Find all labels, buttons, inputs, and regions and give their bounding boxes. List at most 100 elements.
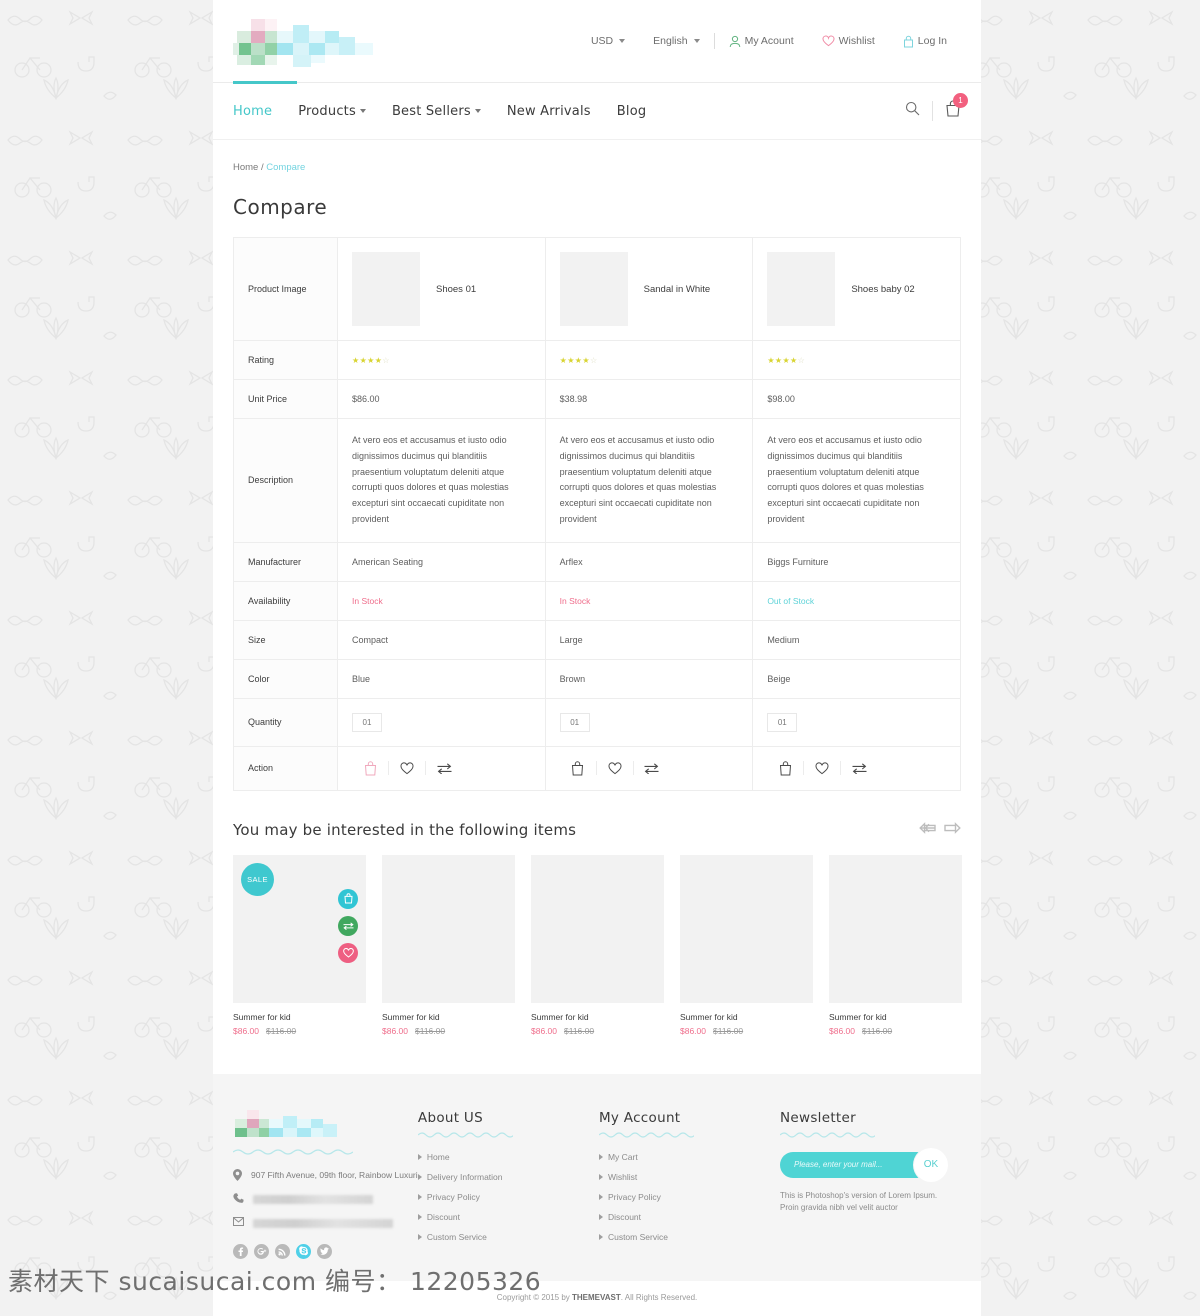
footer: 907 Fifth Avenue, 09th floor, Rainbow Lu… <box>213 1073 981 1281</box>
related-products-grid: SALE Summer for kid $86.00 $116.00 Summer fo… <box>233 854 962 1036</box>
footer-logo[interactable] <box>233 1109 353 1144</box>
footer-link-delivery-information[interactable]: Delivery Information <box>417 1172 599 1182</box>
add-to-wishlist-icon[interactable] <box>597 761 633 775</box>
currency-selector[interactable]: USD <box>577 35 639 47</box>
bullet-arrow-icon <box>417 1233 422 1240</box>
carousel-controls <box>919 821 961 839</box>
arrow-left-icon[interactable] <box>919 821 936 839</box>
footer-link-my-cart[interactable]: My Cart <box>598 1152 780 1162</box>
add-to-wishlist-icon[interactable] <box>338 942 358 963</box>
footer-link-home[interactable]: Home <box>417 1152 599 1162</box>
compare-row: Color Blue Brown Beige <box>233 658 961 699</box>
page-container: USD English My Acount Wishlist Log In Ho… <box>213 0 981 1316</box>
add-to-compare-icon[interactable] <box>841 762 877 774</box>
nav-item-best-sellers[interactable]: Best Sellers <box>392 104 499 119</box>
footer-link-custom-service[interactable]: Custom Service <box>417 1231 599 1242</box>
product-card[interactable]: Summer for kid $86.00 $116.00 <box>829 854 962 1036</box>
add-to-cart-icon[interactable] <box>352 760 388 776</box>
bullet-arrow-icon <box>417 1153 422 1160</box>
rss-icon[interactable] <box>275 1243 290 1259</box>
compare-row: Description At vero eos et accusamus et i… <box>233 418 961 543</box>
product-card-hover-actions <box>338 888 358 963</box>
skype-icon[interactable] <box>296 1243 311 1259</box>
chevron-down-icon <box>619 39 626 43</box>
footer-link-label: Custom Service <box>426 1231 487 1242</box>
product-size-cell: Medium <box>752 619 961 660</box>
footer-link-privacy-policy[interactable]: Privacy Policy <box>598 1192 780 1202</box>
add-to-compare-icon[interactable] <box>338 915 358 936</box>
add-to-cart-icon[interactable] <box>338 888 358 909</box>
twitter-icon[interactable] <box>317 1243 332 1259</box>
product-card-name[interactable]: Summer for kid <box>382 1012 515 1022</box>
nav-item-home[interactable]: Home <box>233 104 290 119</box>
compare-row-label: Unit Price <box>233 379 338 419</box>
topbar-actions: USD English My Acount Wishlist Log In <box>577 33 961 49</box>
product-description-cell: At vero eos et accusamus et iusto odio d… <box>544 418 754 543</box>
add-to-compare-icon[interactable] <box>426 762 462 774</box>
product-card-name[interactable]: Summer for kid <box>829 1012 962 1022</box>
wishlist-link[interactable]: Wishlist <box>808 35 889 47</box>
footer-link-discount[interactable]: Discount <box>598 1212 780 1222</box>
search-icon[interactable] <box>905 101 920 121</box>
cart-button[interactable]: 1 <box>945 93 968 122</box>
breadcrumb-home[interactable]: Home <box>233 162 258 173</box>
add-to-compare-icon[interactable] <box>634 762 670 774</box>
facebook-icon[interactable] <box>233 1243 248 1259</box>
envelope-icon <box>233 1217 244 1230</box>
footer-email-redacted <box>253 1219 393 1228</box>
rating-stars: ★★★★☆ <box>352 356 390 365</box>
compare-row: Product Image Shoes 01 Sandal in White Shoe… <box>233 237 961 341</box>
nav-item-label: Blog <box>616 103 647 119</box>
product-card[interactable]: Summer for kid $86.00 $116.00 <box>531 854 664 1036</box>
newsletter-email-input[interactable] <box>779 1151 930 1178</box>
footer-link-discount[interactable]: Discount <box>417 1212 599 1222</box>
watermark-overlay: 素材天下 sucaisucai.com 编号： 12205326 <box>8 1267 542 1296</box>
product-card[interactable]: Summer for kid $86.00 $116.00 <box>382 854 515 1036</box>
availability-status: Out of Stock <box>767 595 815 606</box>
quantity-input[interactable]: 01 <box>352 712 382 732</box>
product-card-name[interactable]: Summer for kid <box>531 1012 664 1022</box>
product-card[interactable]: SALE Summer for kid $86.00 $116.00 <box>233 854 366 1036</box>
wave-divider <box>598 1131 694 1138</box>
newsletter-form: OK <box>779 1147 948 1182</box>
site-logo[interactable] <box>233 13 383 69</box>
product-card-price-new: $86.00 <box>233 1025 259 1036</box>
product-card-name[interactable]: Summer for kid <box>233 1012 366 1022</box>
nav-item-blog[interactable]: Blog <box>617 104 665 119</box>
nav-item-label: New Arrivals <box>506 103 591 119</box>
add-to-cart-icon[interactable] <box>560 760 596 776</box>
product-name[interactable]: Shoes baby 02 <box>851 284 914 295</box>
add-to-cart-icon[interactable] <box>767 760 803 776</box>
quantity-input[interactable]: 01 <box>767 712 798 732</box>
chevron-down-icon <box>693 39 700 43</box>
product-name[interactable]: Sandal in White <box>644 284 711 295</box>
login-link[interactable]: Log In <box>889 35 961 48</box>
product-rating-cell: ★★★★☆ <box>752 340 961 380</box>
product-card-price-new: $86.00 <box>382 1025 408 1036</box>
google-plus-icon[interactable] <box>254 1243 269 1259</box>
product-card-price-new: $86.00 <box>829 1025 855 1036</box>
footer-link-label: Privacy Policy <box>426 1191 480 1202</box>
product-name[interactable]: Shoes 01 <box>436 284 476 295</box>
add-to-wishlist-icon[interactable] <box>389 761 425 775</box>
compare-row: Manufacturer American Seating Arflex Biggs … <box>233 541 961 582</box>
product-card-name[interactable]: Summer for kid <box>680 1012 813 1022</box>
language-selector[interactable]: English <box>639 35 713 47</box>
footer-link-custom-service[interactable]: Custom Service <box>598 1232 780 1242</box>
footer-link-wishlist[interactable]: Wishlist <box>598 1172 780 1182</box>
footer-link-privacy-policy[interactable]: Privacy Policy <box>417 1191 599 1202</box>
nav-item-new-arrivals[interactable]: New Arrivals <box>507 104 609 119</box>
arrow-right-icon[interactable] <box>944 821 961 839</box>
copyright-brand: THEMEVAST <box>572 1292 621 1302</box>
add-to-wishlist-icon[interactable] <box>804 761 840 775</box>
product-availability-cell: In Stock <box>544 580 754 621</box>
product-availability-cell: Out of Stock <box>752 580 961 621</box>
product-rating-cell: ★★★★☆ <box>337 340 546 380</box>
my-account-link[interactable]: My Acount <box>715 35 808 48</box>
quantity-input[interactable]: 01 <box>559 712 590 732</box>
wave-divider <box>233 1148 353 1155</box>
nav-item-products[interactable]: Products <box>298 104 384 119</box>
newsletter-submit-button[interactable]: OK <box>913 1147 948 1182</box>
lock-icon <box>903 35 914 48</box>
product-card[interactable]: Summer for kid $86.00 $116.00 <box>680 854 813 1036</box>
